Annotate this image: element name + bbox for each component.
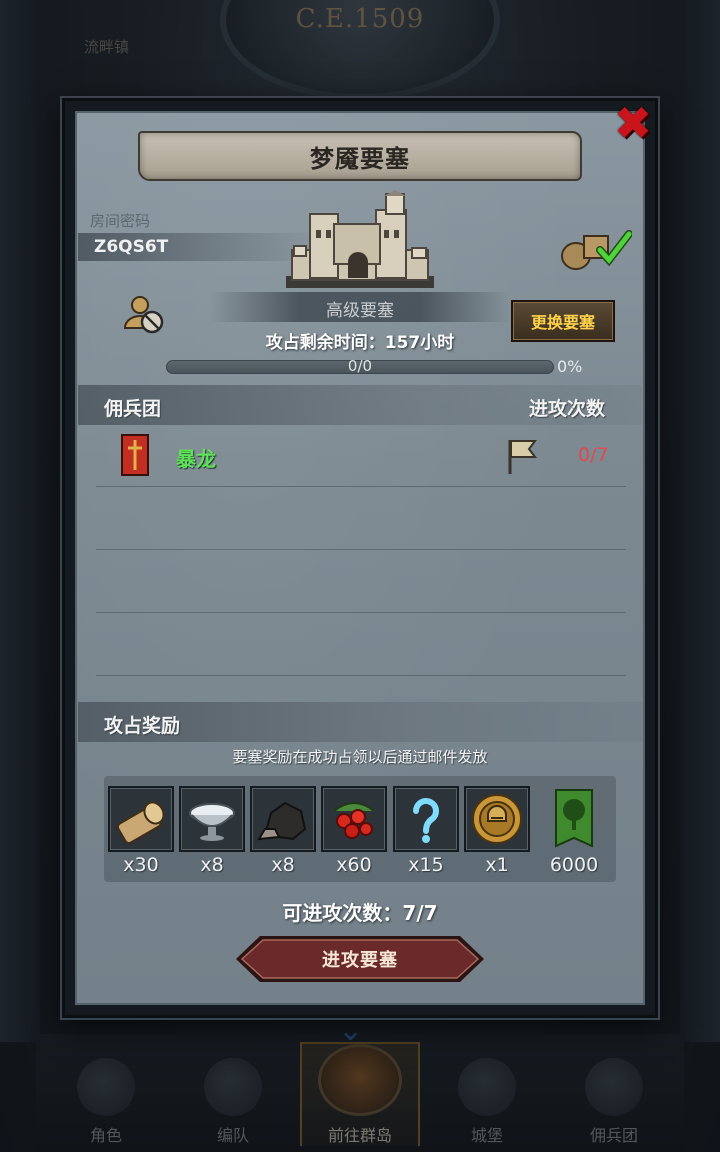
fortress-icon xyxy=(286,190,434,288)
title-plate: 梦魇要塞 xyxy=(138,131,582,181)
attack-count-header: 进攻次数 xyxy=(529,398,606,420)
row-divider xyxy=(96,675,626,676)
reward-quantity: x1 xyxy=(485,854,509,876)
reward-frame xyxy=(108,786,174,852)
mystery-question-icon xyxy=(413,798,439,843)
room-code: Z6QS6T xyxy=(94,237,169,257)
progress-count: 0/0 xyxy=(347,357,373,375)
reward-note: 要塞奖励在成功占领以后通过邮件发放 xyxy=(232,748,488,766)
reward-item[interactable]: x8 xyxy=(179,786,245,876)
reward-frame xyxy=(464,786,530,852)
row-divider xyxy=(96,549,626,550)
reward-quantity: 6000 xyxy=(549,854,599,876)
occupation-time-left: 攻占剩余时间：157小时 xyxy=(160,328,560,353)
silver-bowl-icon xyxy=(189,803,235,841)
room-code-label: 房间密码 xyxy=(90,212,151,230)
mercenary-name[interactable]: 暴龙 xyxy=(176,443,216,472)
tree-banner-icon xyxy=(555,789,593,848)
reward-item[interactable]: 6000 xyxy=(541,786,607,876)
time-left-value: 157小时 xyxy=(384,333,455,353)
time-left-label: 攻占剩余时间： xyxy=(265,333,385,353)
berries-icon xyxy=(333,802,375,839)
mercenary-banner-icon xyxy=(121,434,149,476)
reward-quantity: x8 xyxy=(200,854,224,876)
reward-frame xyxy=(541,786,607,852)
reward-quantity: x60 xyxy=(336,854,372,876)
reward-frame xyxy=(393,786,459,852)
reward-item[interactable]: x60 xyxy=(321,786,387,876)
close-icon: ✖ xyxy=(613,96,653,150)
attacks-available: 可进攻次数：7/7 xyxy=(160,897,560,926)
ore-rock-icon xyxy=(257,801,307,841)
attacks-available-value: 7/7 xyxy=(402,901,438,925)
reward-frame xyxy=(250,786,316,852)
reward-item[interactable]: x1 xyxy=(464,786,530,876)
fortress-level: 高级要塞 xyxy=(326,301,394,321)
reward-quantity: x8 xyxy=(271,854,295,876)
progress-percent: 0% xyxy=(557,357,583,376)
close-button[interactable]: ✖ xyxy=(610,100,656,146)
attacks-available-label: 可进攻次数： xyxy=(282,901,403,925)
reward-quantity: x30 xyxy=(123,854,159,876)
reward-item[interactable]: x15 xyxy=(393,786,459,876)
mercenary-attack-count: 0/7 xyxy=(578,444,609,466)
flag-icon xyxy=(508,440,537,474)
mercenary-section-title: 佣兵团 xyxy=(104,398,162,420)
attack-fortress-button[interactable]: 进攻要塞 xyxy=(232,934,488,984)
dialog-title: 梦魇要塞 xyxy=(310,144,410,173)
reward-item[interactable]: x8 xyxy=(250,786,316,876)
helmet-coin-icon xyxy=(472,794,522,844)
reward-frame xyxy=(179,786,245,852)
reward-claimed-icon xyxy=(561,230,632,270)
row-divider xyxy=(96,612,626,613)
reward-item[interactable]: x30 xyxy=(108,786,174,876)
reward-frame xyxy=(321,786,387,852)
reward-quantity: x15 xyxy=(408,854,444,876)
row-divider xyxy=(96,486,626,487)
attack-button-label: 进攻要塞 xyxy=(322,950,398,971)
reward-section-title: 攻占奖励 xyxy=(104,715,181,737)
wood-log-icon xyxy=(116,801,165,845)
